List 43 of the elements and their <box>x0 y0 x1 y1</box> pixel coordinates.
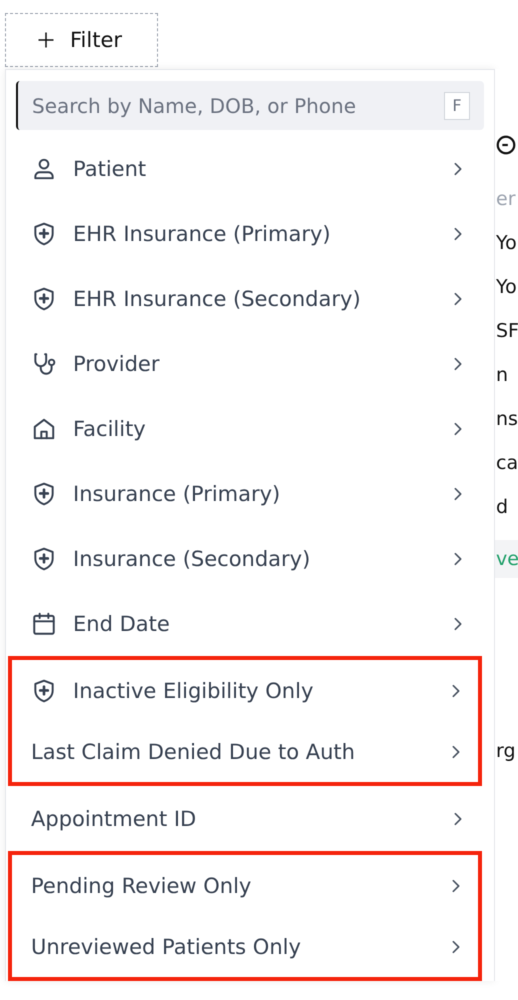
text-fragment: ns <box>495 408 518 430</box>
text-fragment: d <box>495 496 508 518</box>
menu-item-label: EHR Insurance (Primary) <box>73 222 332 246</box>
circle-icon <box>495 134 517 156</box>
text-fragment: Yo <box>495 232 517 254</box>
menu-item[interactable]: Patient <box>6 136 494 201</box>
menu-item-label: EHR Insurance (Secondary) <box>73 286 362 310</box>
shortcut-key: F <box>444 92 470 120</box>
text-fragment: Yo <box>495 276 517 298</box>
menu-item-label: Pending Review Only <box>31 874 252 898</box>
menu-item[interactable]: Inactive Eligibility Only <box>12 660 478 721</box>
menu-item-label: Insurance (Primary) <box>73 482 282 506</box>
menu-item[interactable]: Unreviewed Patients Only <box>12 916 478 977</box>
menu-item-label: Patient <box>73 156 148 180</box>
calendar-icon <box>31 610 57 636</box>
text-fragment: ve <box>495 540 518 578</box>
menu-item-label: End Date <box>73 612 171 636</box>
text-fragment: rg <box>495 740 516 762</box>
menu-item[interactable]: Insurance (Primary) <box>6 461 494 526</box>
menu-item[interactable]: Pending Review Only <box>12 855 478 916</box>
menu-item-label: Provider <box>73 352 160 376</box>
menu-item[interactable]: EHR Insurance (Secondary) <box>6 266 494 331</box>
menu-item[interactable]: EHR Insurance (Primary) <box>6 201 494 266</box>
menu-item[interactable]: End Date <box>6 591 494 656</box>
filter-button[interactable]: Filter <box>5 13 158 67</box>
menu-item-label: Last Claim Denied Due to Auth <box>31 740 356 764</box>
menu-item-label: Inactive Eligibility Only <box>73 678 314 702</box>
menu-item-label: Unreviewed Patients Only <box>31 934 302 958</box>
text-fragment: SF <box>495 320 518 342</box>
search-input[interactable]: Search by Name, DOB, or Phone <box>32 94 444 118</box>
menu-item-label: Appointment ID <box>31 806 198 830</box>
menu-item[interactable]: Facility <box>6 396 494 461</box>
menu-item-label: Facility <box>73 416 147 440</box>
menu-item[interactable]: Provider <box>6 331 494 396</box>
text-fragment: ca <box>495 452 518 474</box>
menu-item[interactable]: Last Claim Denied Due to Auth <box>12 721 478 782</box>
text-fragment: er <box>495 188 516 210</box>
text-fragment: n <box>495 364 508 386</box>
menu-item-label: Insurance (Secondary) <box>73 546 312 570</box>
plus-icon <box>36 30 56 50</box>
menu-item[interactable]: Appointment ID <box>6 786 494 851</box>
menu-item[interactable]: Insurance (Secondary) <box>6 526 494 591</box>
search-field[interactable]: Search by Name, DOB, or Phone F <box>16 81 484 130</box>
